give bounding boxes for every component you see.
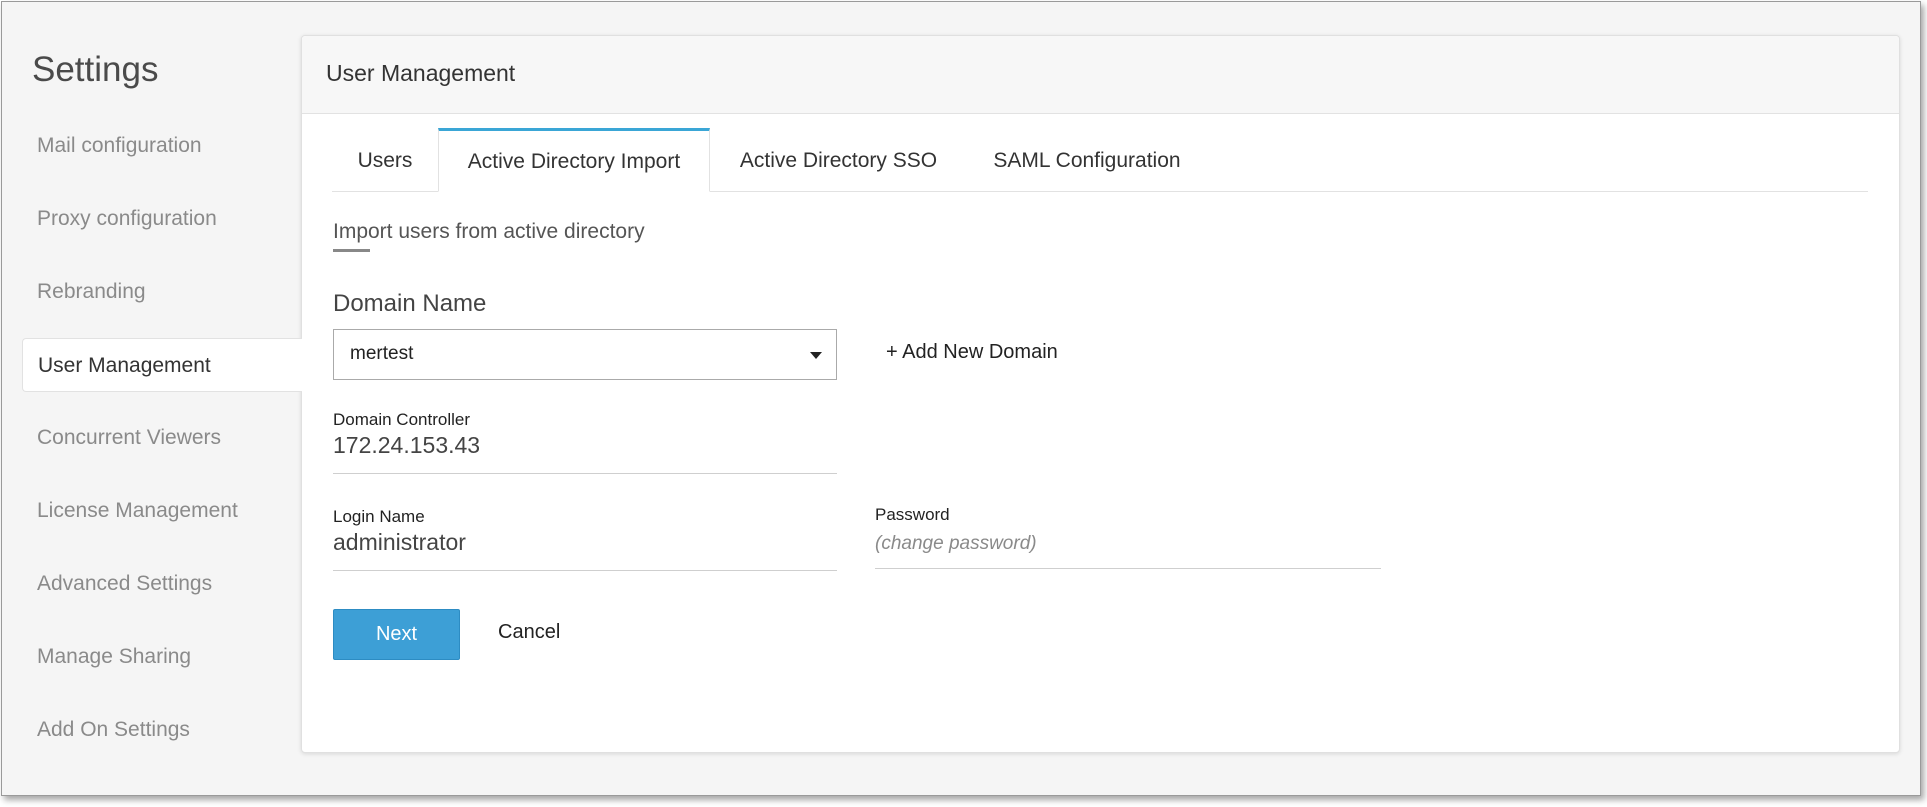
sidebar-item-user-management[interactable]: User Management: [22, 338, 302, 392]
sidebar-title: Settings: [32, 50, 159, 89]
sidebar: Settings Mail configuration Proxy config…: [2, 2, 302, 795]
cancel-button[interactable]: Cancel: [498, 621, 560, 644]
domain-name-label: Domain Name: [333, 290, 487, 317]
tab-active-directory-sso[interactable]: Active Directory SSO: [710, 128, 967, 190]
password-underline: [875, 568, 1381, 569]
sidebar-item-proxy-configuration[interactable]: Proxy configuration: [22, 192, 301, 246]
sidebar-item-concurrent-viewers[interactable]: Concurrent Viewers: [22, 411, 301, 465]
login-name-label: Login Name: [333, 507, 425, 526]
sidebar-item-advanced-settings[interactable]: Advanced Settings: [22, 557, 301, 611]
password-field[interactable]: (change password): [875, 533, 1037, 555]
panel-header: User Management: [302, 36, 1899, 114]
login-name-underline: [333, 570, 837, 571]
domain-name-value: mertest: [350, 343, 414, 364]
user-management-panel: User Management Users Active Directory I…: [301, 35, 1900, 753]
section-heading: Import users from active directory: [333, 220, 645, 243]
login-name-field[interactable]: administrator: [333, 529, 466, 556]
tab-active-directory-import[interactable]: Active Directory Import: [438, 128, 710, 192]
sidebar-item-add-on-settings[interactable]: Add On Settings: [22, 703, 301, 757]
tab-bar: Users Active Directory Import Active Dir…: [332, 128, 1868, 192]
tab-users[interactable]: Users: [332, 128, 438, 190]
section-underline: [333, 249, 370, 252]
next-button[interactable]: Next: [333, 609, 460, 660]
sidebar-item-manage-sharing[interactable]: Manage Sharing: [22, 630, 301, 684]
panel-title: User Management: [326, 60, 516, 86]
caret-down-icon: [810, 352, 822, 359]
sidebar-item-mail-configuration[interactable]: Mail configuration: [22, 119, 301, 173]
domain-controller-label: Domain Controller: [333, 410, 470, 429]
domain-controller-underline: [333, 473, 837, 474]
sidebar-item-rebranding[interactable]: Rebranding: [22, 265, 301, 319]
tab-saml-configuration[interactable]: SAML Configuration: [967, 128, 1207, 190]
domain-name-select[interactable]: mertest: [333, 329, 837, 380]
sidebar-item-license-management[interactable]: License Management: [22, 484, 301, 538]
password-label: Password: [875, 505, 950, 524]
settings-window: Settings Mail configuration Proxy config…: [1, 1, 1921, 796]
domain-controller-field[interactable]: 172.24.153.43: [333, 432, 480, 459]
add-new-domain-link[interactable]: + Add New Domain: [886, 341, 1058, 364]
